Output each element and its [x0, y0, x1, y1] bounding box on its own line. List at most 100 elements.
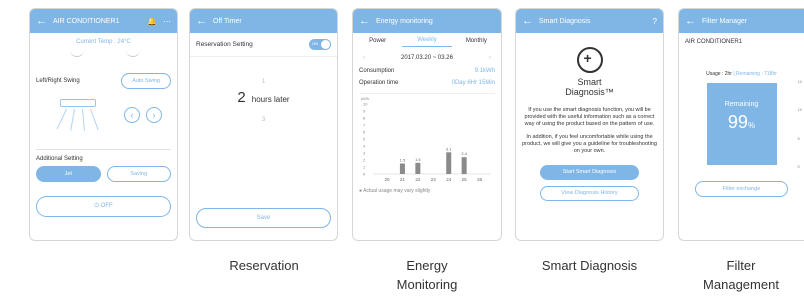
caption-energy-line1: Energy [406, 258, 448, 273]
date-range: 2017.03.20 ~ 03.26 [401, 55, 453, 61]
swing-right-button[interactable]: › [146, 107, 162, 123]
energy-monitoring-screen: ← Energy monitoring Power Weekly Monthly… [352, 8, 502, 241]
view-history-button[interactable]: View Diagnosis History [540, 186, 639, 201]
remaining-percent: 99 [727, 112, 748, 132]
energy-chart: kWh 10 9 8 7 6 5 4 3 2 1 0 20 1.5 21 1.6 22 23 3.1 24 2.4 25 2… [359, 93, 495, 185]
screen-title: Off Timer [213, 17, 242, 25]
back-arrow-icon[interactable]: ← [359, 15, 370, 27]
picker-next: 3 [261, 117, 266, 123]
reservation-switch[interactable]: ON [309, 39, 331, 50]
x-tick-label: 25 [462, 177, 468, 182]
start-diagnosis-button[interactable]: Start Smart Diagnosis [540, 165, 639, 180]
swing-visual: ‹ › [30, 89, 177, 145]
additional-setting-label: Additional Setting [36, 156, 83, 162]
filter-remaining-gauge: Remaining 99% [706, 83, 777, 165]
y-tick-label: 1 [363, 165, 366, 170]
data-label: 1.5 [400, 158, 406, 163]
bell-icon[interactable]: 🔔 [147, 17, 157, 26]
y-tick-label: 4 [363, 144, 366, 149]
y-tick-label: 6 [363, 130, 366, 135]
swing-label: Left/Right Swing [36, 78, 80, 84]
off-label: OFF [100, 203, 113, 209]
caption-filter-line2: Management [703, 277, 779, 292]
usage-row: Usage : 2hr | Remaining : 718hr [706, 71, 777, 77]
percent-sign: % [747, 121, 756, 130]
back-arrow-icon[interactable]: ← [36, 15, 47, 27]
app-bar: ← Filter Manager [679, 9, 804, 33]
app-bar: ← Smart Diagnosis ? [516, 9, 663, 33]
operation-label: Operation time [359, 80, 399, 86]
picker-value: 2 [237, 89, 246, 106]
x-tick-label: 21 [400, 177, 406, 182]
airflow-line [56, 108, 67, 130]
tab-weekly[interactable]: Weekly [402, 37, 452, 47]
screen-title: Filter Manager [702, 17, 748, 25]
screen-title: Smart Diagnosis [539, 17, 591, 25]
power-off-button[interactable]: ⏻ OFF [36, 196, 171, 217]
save-button[interactable]: Save [196, 208, 331, 228]
scale-tick: 10 [797, 79, 802, 84]
scale-tick: 0 [797, 163, 800, 169]
x-tick-label: 22 [415, 177, 421, 182]
wind-icon [70, 49, 84, 57]
airflow-line [90, 108, 99, 130]
smart-diagnosis-screen: ← Smart Diagnosis ? Smart Diagnosis™ If … [515, 8, 664, 241]
x-tick-label: 24 [446, 177, 452, 182]
app-bar: ← Energy monitoring [353, 9, 501, 33]
airflow-line [70, 108, 75, 131]
x-tick-label: 26 [477, 177, 483, 182]
switch-label: ON [312, 41, 318, 46]
period-tabs: Power Weekly Monthly [353, 33, 501, 51]
y-axis-label: kWh [361, 96, 369, 101]
y-tick-label: 7 [363, 123, 366, 128]
air-conditioner-screen: ← AIR CONDITIONER1 🔔 ⋯ Current Temp : 24… [29, 8, 178, 241]
back-arrow-icon[interactable]: ← [196, 15, 207, 27]
tab-power[interactable]: Power [353, 38, 402, 47]
diagnosis-description-2: In addition, if you feel uncomfortable w… [522, 134, 657, 154]
scale-tick: 5 [797, 135, 800, 141]
screen-title: Energy monitoring [376, 17, 433, 25]
caption-energy: Energy Monitoring [352, 256, 502, 294]
picker-unit: hours later [251, 95, 290, 104]
swing-left-button[interactable]: ‹ [124, 107, 140, 123]
next-week-icon[interactable]: › [489, 55, 491, 61]
reservation-setting-label: Reservation Setting [196, 41, 253, 48]
tab-monthly[interactable]: Monthly [452, 38, 501, 47]
data-label: 2.4 [461, 151, 467, 156]
y-tick-label: 3 [363, 151, 366, 156]
help-icon[interactable]: ? [653, 17, 657, 26]
more-icon[interactable]: ⋯ [163, 17, 171, 26]
prev-week-icon[interactable]: ‹ [363, 55, 365, 61]
airflow-line [82, 108, 85, 131]
back-arrow-icon[interactable]: ← [522, 15, 533, 27]
y-tick-label: 9 [363, 109, 366, 114]
app-bar: ← Off Timer [190, 9, 337, 33]
auto-swing-button[interactable]: Auto Swing [121, 73, 171, 89]
caption-reservation: Reservation [229, 258, 299, 273]
bar [446, 152, 452, 174]
wind-icon [126, 49, 140, 57]
saving-toggle[interactable]: Saving [106, 166, 171, 182]
diagnosis-heading-line1: Smart [577, 77, 602, 87]
hour-picker[interactable]: 1 2 hours later 3 [190, 75, 337, 127]
x-tick-label: 20 [384, 177, 390, 182]
chart-note: Actual usage may vary slightly [363, 188, 431, 194]
back-arrow-icon[interactable]: ← [685, 15, 696, 27]
y-tick-label: 8 [363, 116, 366, 121]
x-tick-label: 23 [431, 177, 437, 182]
screen-title: AIR CONDITIONER1 [53, 17, 120, 25]
energy-chart-svg: kWh109876543210201.5211.622 233.1242.425 2… [361, 96, 491, 182]
smart-diagnosis-logo-icon [576, 47, 603, 73]
app-bar: ← AIR CONDITIONER1 🔔 ⋯ [30, 9, 177, 33]
jet-toggle[interactable]: Jet [36, 166, 101, 182]
filter-exchange-button[interactable]: Filter exchange [695, 181, 788, 197]
bar [415, 162, 421, 174]
y-tick-label: 2 [363, 158, 366, 163]
y-tick-label: 0 [363, 172, 366, 177]
consumption-value: 9.1kWh [474, 68, 495, 74]
y-tick-label: 5 [363, 137, 366, 142]
y-tick-label: 10 [363, 102, 368, 107]
off-timer-screen: ← Off Timer Reservation Setting ON 1 2 h… [189, 8, 338, 241]
caption-filter-line1: Filter [726, 258, 756, 273]
operation-value: 0Day 6Hr 15Min [451, 80, 495, 86]
